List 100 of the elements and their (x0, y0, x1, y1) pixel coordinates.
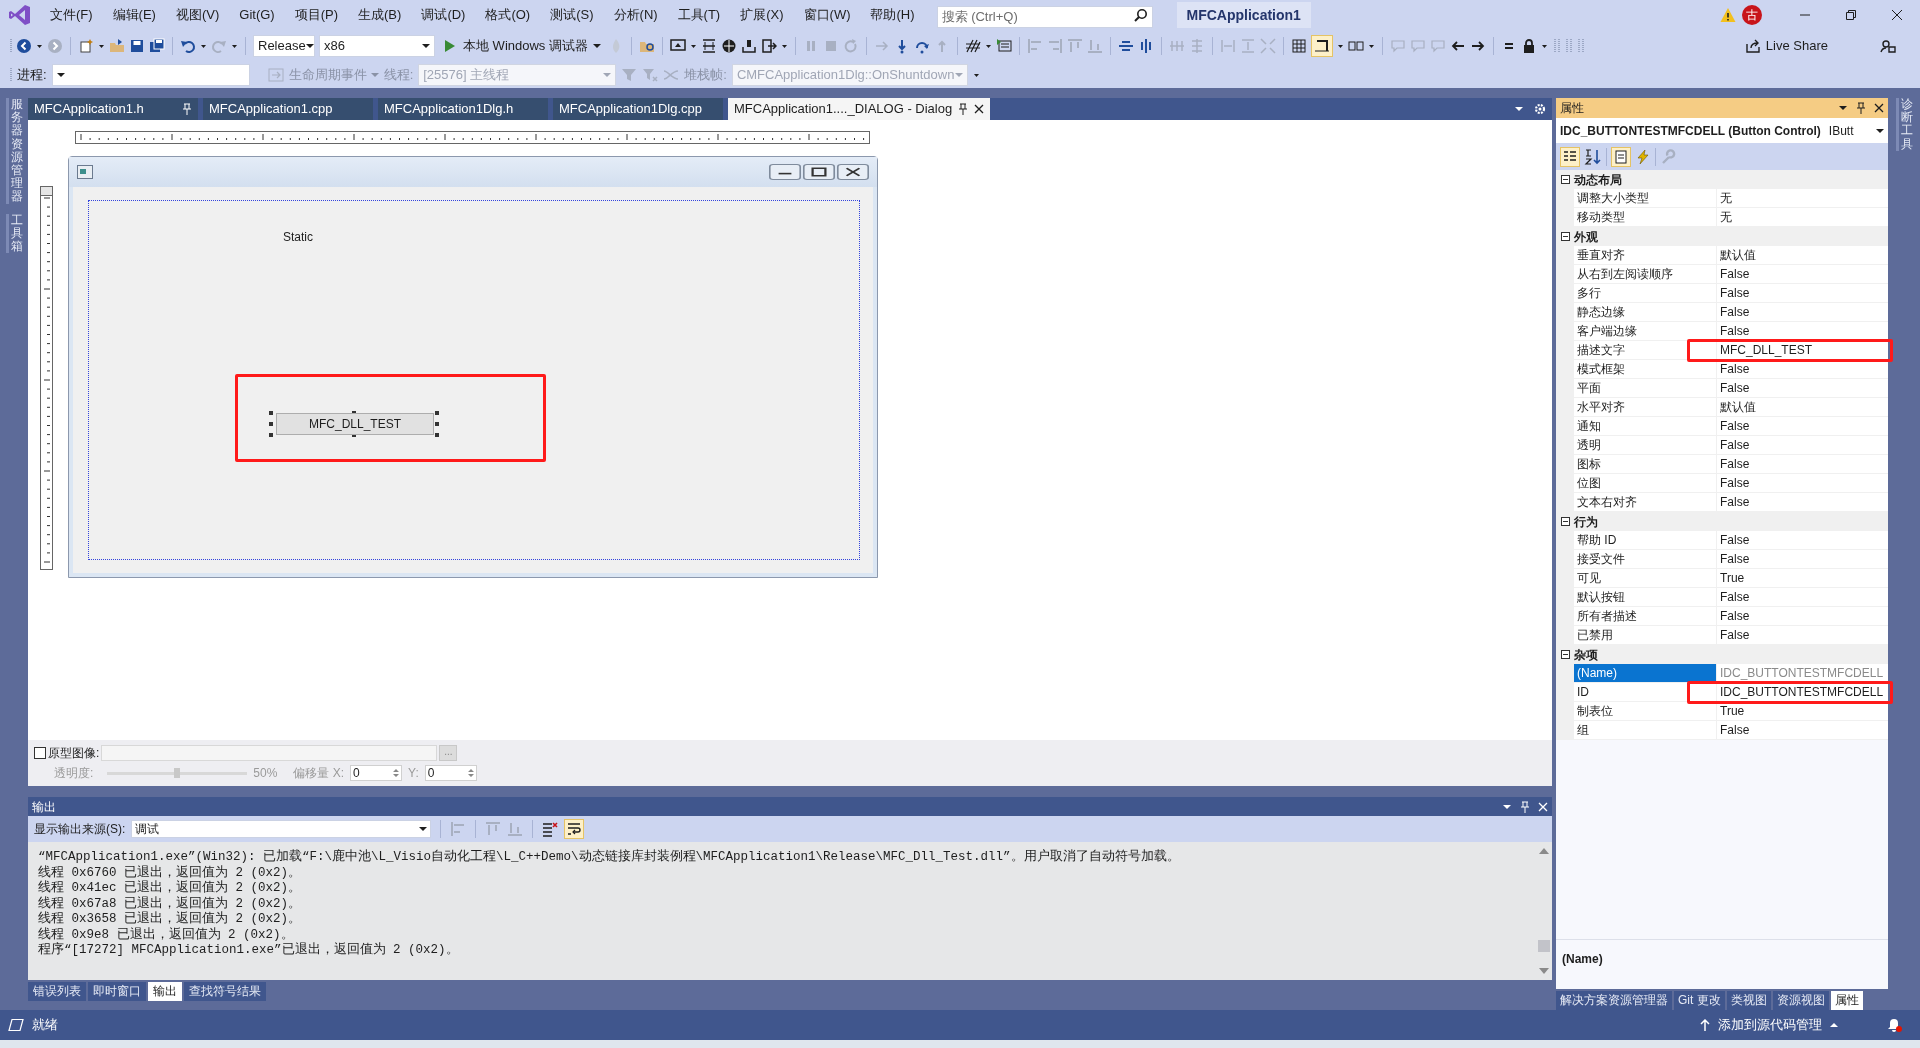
editor-tab[interactable]: MFCApplication1.h (28, 98, 198, 120)
live-share-button[interactable]: Live Share (1740, 36, 1832, 56)
menu-item[interactable]: 生成(B) (348, 0, 412, 30)
globe-icon[interactable] (720, 38, 737, 54)
property-name[interactable]: 模式框架 (1574, 360, 1716, 379)
menu-item[interactable]: 测试(S) (540, 0, 604, 30)
property-name[interactable]: 水平对齐 (1574, 398, 1716, 417)
property-value[interactable]: False (1720, 303, 1750, 321)
property-name[interactable]: 可见 (1574, 569, 1716, 588)
collapse-icon[interactable] (1560, 650, 1570, 659)
property-value[interactable]: False (1720, 626, 1750, 644)
configuration-dropdown[interactable]: Release (253, 35, 315, 57)
panel-tab[interactable]: 即时窗口 (88, 982, 146, 1001)
category-label[interactable]: 行为 (1574, 512, 1598, 531)
cards-icon[interactable] (1347, 38, 1364, 54)
property-value[interactable]: False (1720, 474, 1750, 492)
caret-icon[interactable] (419, 826, 428, 832)
checkbox-label[interactable]: 原型图像: (48, 744, 100, 762)
property-name[interactable]: 制表位 (1574, 702, 1716, 721)
collapse-icon[interactable] (1560, 232, 1570, 241)
restore-icon[interactable] (1846, 10, 1856, 20)
offset-x-field[interactable]: 0 (350, 765, 403, 781)
category-label[interactable]: 杂项 (1574, 645, 1598, 664)
hatch-icon[interactable] (964, 38, 981, 54)
restart-icon[interactable] (842, 38, 859, 54)
undo-icon[interactable] (180, 38, 196, 54)
property-value[interactable]: False (1720, 436, 1750, 454)
monitor-icon[interactable] (669, 38, 686, 54)
menu-item[interactable]: 文件(F) (40, 0, 103, 30)
warning-icon[interactable] (1720, 7, 1736, 23)
property-name[interactable]: 多行 (1574, 284, 1716, 303)
panel-tab[interactable]: 类视图 (1726, 991, 1771, 1010)
collapse-icon[interactable] (1560, 175, 1570, 184)
editor-tab[interactable]: MFCApplication1Dlg.h (378, 98, 548, 120)
minimize-button[interactable] (769, 164, 801, 180)
side-tab[interactable]: 诊断工具 (1895, 98, 1913, 151)
property-name[interactable]: 图标 (1574, 455, 1716, 474)
panel-tab[interactable]: 错误列表 (28, 982, 86, 1001)
property-name[interactable]: 透明 (1574, 436, 1716, 455)
menu-item[interactable]: 分析(N) (603, 0, 668, 30)
grip-icon[interactable] (1563, 38, 1572, 54)
checkbox[interactable] (34, 747, 46, 759)
property-value[interactable]: False (1720, 607, 1750, 625)
property-name[interactable]: (Name) (1574, 664, 1716, 683)
menu-item[interactable]: 视图(V) (165, 0, 230, 30)
export-icon[interactable] (760, 38, 777, 54)
menu-item[interactable]: Git(G) (229, 0, 285, 30)
notification-icon[interactable] (1886, 1017, 1902, 1033)
close-icon[interactable] (974, 104, 985, 114)
property-value[interactable]: False (1720, 493, 1750, 511)
category-label[interactable]: 动态布局 (1574, 170, 1622, 189)
opacity-slider[interactable] (107, 768, 248, 778)
search-field[interactable]: 搜索 (Ctrl+Q) (936, 5, 1153, 28)
property-name[interactable]: 文本右对齐 (1574, 493, 1716, 512)
property-name[interactable]: 客户端边缘 (1574, 322, 1716, 341)
caret-icon[interactable] (422, 43, 430, 49)
feedback-icon[interactable] (1880, 38, 1896, 54)
close-icon[interactable] (1874, 103, 1884, 113)
property-name[interactable]: ID (1574, 683, 1716, 702)
property-value[interactable]: False (1720, 322, 1750, 340)
scroll-up-icon[interactable] (1539, 848, 1549, 854)
menu-item[interactable]: 项目(P) (284, 0, 349, 30)
property-value[interactable]: 无 (1720, 189, 1732, 207)
save-all-icon[interactable] (149, 38, 165, 54)
scroll-down-icon[interactable] (1539, 968, 1549, 974)
property-value[interactable]: False (1720, 265, 1750, 283)
grip-icon[interactable] (1551, 38, 1560, 54)
property-name[interactable]: 帮助 ID (1574, 531, 1716, 550)
property-name[interactable]: 描述文字 (1574, 341, 1716, 360)
source-control-button[interactable]: 添加到源代码管理 (1700, 1015, 1838, 1035)
open-folder-icon[interactable] (109, 38, 125, 54)
property-value[interactable]: False (1720, 588, 1750, 606)
caret-icon[interactable] (1830, 1022, 1838, 1028)
property-value[interactable]: False (1720, 417, 1750, 435)
account-avatar[interactable]: 古 (1742, 5, 1762, 25)
panel-tab[interactable]: 查找符号结果 (184, 982, 266, 1001)
property-value[interactable]: True (1720, 702, 1745, 720)
menu-item[interactable]: 扩展(X) (730, 0, 794, 30)
property-value[interactable]: False (1720, 379, 1750, 397)
tray-icon[interactable] (740, 38, 757, 54)
category-label[interactable]: 外观 (1574, 227, 1598, 246)
property-name[interactable]: 垂直对齐 (1574, 246, 1716, 265)
property-name[interactable]: 默认按钮 (1574, 588, 1716, 607)
property-value[interactable]: False (1720, 531, 1750, 549)
side-tab[interactable]: 服务器资源管理器 (5, 98, 23, 204)
property-name[interactable]: 通知 (1574, 417, 1716, 436)
panel-tab[interactable]: 属性 (1830, 991, 1863, 1010)
upload-icon[interactable] (1700, 1019, 1710, 1031)
menu-item[interactable]: 帮助(H) (860, 0, 925, 30)
spinner-arrows-icon[interactable] (391, 766, 402, 780)
property-value[interactable]: 无 (1720, 208, 1732, 226)
caret-icon[interactable] (592, 43, 601, 49)
output-source-dropdown[interactable]: 调试 (131, 820, 432, 838)
menu-item[interactable]: 编辑(E) (102, 0, 166, 30)
offset-y-field[interactable]: 0 (424, 765, 477, 781)
editor-tab[interactable]: MFCApplication1Dlg.cpp (553, 98, 723, 120)
grip-icon[interactable] (1575, 38, 1584, 54)
pin-icon[interactable] (958, 103, 969, 115)
property-name[interactable]: 平面 (1574, 379, 1716, 398)
image-path-field[interactable] (101, 745, 438, 761)
